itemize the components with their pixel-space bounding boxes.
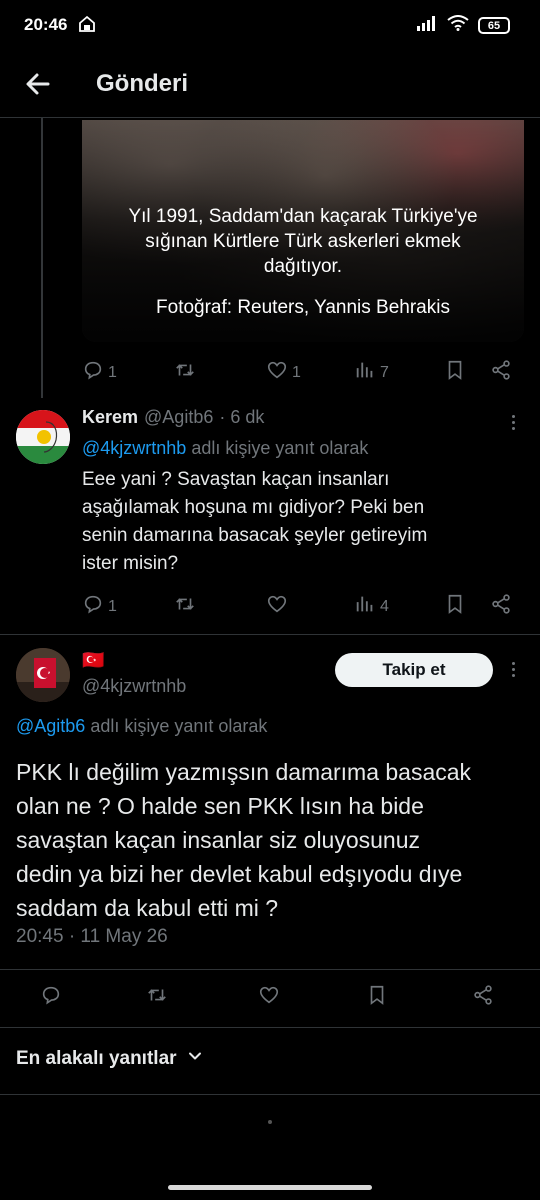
tweet-photo[interactable]: Yıl 1991, Saddam'dan kaçarak Türkiye'ye …: [82, 120, 524, 342]
battery-icon: 65: [478, 17, 510, 34]
photo-caption-line: Yıl 1991, Saddam'dan kaçarak Türkiye'ye: [128, 206, 478, 227]
like-count: 1: [292, 363, 301, 381]
retweet-button[interactable]: [174, 593, 196, 620]
reply-icon: [82, 359, 104, 386]
avatar[interactable]: [16, 648, 70, 702]
heart-icon: [258, 984, 280, 1011]
reply-count: 1: [108, 597, 117, 615]
like-button[interactable]: 1: [266, 359, 301, 386]
replying-to-mention[interactable]: @4kjzwrtnhb: [82, 438, 186, 458]
share-button[interactable]: [490, 593, 512, 620]
replying-to: @4kjzwrtnhb adlı kişiye yanıt olarak: [82, 438, 368, 459]
views-button[interactable]: 4: [354, 593, 389, 620]
reply-button[interactable]: 1: [82, 359, 117, 386]
reply-tweet-header: Kerem @Agitb6 · 6 dk: [82, 407, 264, 428]
retweet-icon: [146, 984, 168, 1011]
replying-to-suffix: adlı kişiye yanıt olarak: [85, 716, 268, 736]
share-button[interactable]: [490, 359, 512, 386]
divider: [0, 1027, 540, 1028]
relative-time: · 6 dk: [219, 407, 265, 427]
display-name[interactable]: Kerem: [82, 407, 138, 428]
main-tweet-actions: [40, 984, 510, 1010]
share-icon: [490, 593, 512, 620]
main-tweet-handle-row: @4kjzwrtnhb: [82, 676, 186, 697]
more-options-icon[interactable]: [503, 410, 523, 434]
divider: [0, 969, 540, 970]
views-button[interactable]: 7: [354, 359, 389, 386]
follow-button[interactable]: Takip et: [335, 653, 493, 687]
replying-to-suffix: adlı kişiye yanıt olarak: [186, 438, 369, 458]
replying-to-mention[interactable]: @Agitb6: [16, 716, 85, 736]
page-title: Gönderi: [96, 70, 189, 97]
main-tweet-name: 🇹🇷: [82, 650, 104, 671]
retweet-icon: [174, 359, 196, 386]
signal-icon: [416, 15, 438, 36]
share-icon: [490, 359, 512, 386]
tweet-text: Eee yani ? Savaştan kaçan insanları aşağ…: [82, 466, 512, 578]
tweet-text-line: senin damarına basacak şeyler getireyim: [82, 525, 428, 546]
photo-caption-line: sığınan Kürtlere Türk askerleri ekmek: [145, 231, 461, 252]
more-options-icon[interactable]: [503, 657, 523, 681]
tweet-text-line: olan ne ? O halde sen PKK lısın ha bide: [16, 793, 424, 819]
status-icons: 65: [416, 15, 510, 36]
bookmark-icon: [366, 984, 388, 1011]
divider: [0, 634, 540, 635]
thread-connector-line: [41, 118, 43, 398]
like-button[interactable]: [266, 593, 288, 620]
flag-icon: 🇹🇷: [82, 650, 105, 670]
tweet-text-line: saddam da kabul etti mi ?: [16, 895, 279, 921]
status-bar: 20:46 65: [0, 0, 540, 52]
views-icon: [354, 593, 376, 620]
main-tweet-text: PKK lı değilim yazmışsın damarıma basaca…: [16, 755, 526, 925]
bookmark-icon: [444, 593, 466, 620]
views-count: 4: [380, 597, 389, 615]
wifi-icon: [447, 15, 469, 36]
parent-tweet-actions: 1 1 7: [82, 359, 522, 385]
retweet-button[interactable]: [174, 359, 196, 386]
like-button[interactable]: [258, 984, 280, 1011]
tweet-text-line: savaştan kaçan insanlar siz oluyosunuz: [16, 827, 421, 853]
user-handle[interactable]: @4kjzwrtnhb: [82, 676, 186, 697]
tweet-text-line: PKK lı değilim yazmışsın damarıma basaca…: [16, 759, 472, 785]
photo-credit: Fotoğraf: Reuters, Yannis Behrakis: [156, 297, 450, 318]
retweet-icon: [174, 593, 196, 620]
share-icon: [472, 984, 494, 1011]
bookmark-icon: [444, 359, 466, 386]
bookmark-button[interactable]: [366, 984, 388, 1011]
tweet-text-line: ister misin?: [82, 553, 179, 574]
bookmark-button[interactable]: [444, 359, 466, 386]
bookmark-button[interactable]: [444, 593, 466, 620]
reply-button[interactable]: 1: [82, 593, 117, 620]
heart-icon: [266, 359, 288, 386]
loading-dot: [268, 1120, 272, 1124]
notification-icon: [78, 15, 96, 38]
share-button[interactable]: [472, 984, 494, 1011]
status-time: 20:46: [24, 15, 68, 34]
divider: [0, 1094, 540, 1095]
retweet-button[interactable]: [146, 984, 168, 1011]
replying-to: @Agitb6 adlı kişiye yanıt olarak: [16, 716, 267, 737]
sort-label: En alakalı yanıtlar: [16, 1048, 177, 1069]
home-indicator[interactable]: [168, 1185, 372, 1190]
reply-tweet-actions: 1 4: [82, 593, 522, 619]
views-count: 7: [380, 363, 389, 381]
tweet-text-line: aşağılamak hoşuna mı gidiyor? Peki ben: [82, 497, 425, 518]
chevron-down-icon: [187, 1048, 203, 1070]
back-arrow-icon[interactable]: [22, 68, 54, 100]
tweet-timestamp[interactable]: 20:45 · 11 May 26: [16, 926, 168, 948]
photo-caption: Yıl 1991, Saddam'dan kaçarak Türkiye'ye …: [82, 204, 524, 279]
reply-icon: [40, 984, 62, 1011]
tweet-text-line: dedin ya bizi her devlet kabul edşıyodu …: [16, 861, 463, 887]
reply-count: 1: [108, 363, 117, 381]
avatar[interactable]: [16, 410, 70, 464]
heart-icon: [266, 593, 288, 620]
views-icon: [354, 359, 376, 386]
user-handle[interactable]: @Agitb6: [144, 407, 213, 428]
reply-icon: [82, 593, 104, 620]
photo-caption-line: dağıtıyor.: [263, 256, 343, 277]
reply-button[interactable]: [40, 984, 62, 1011]
sort-replies-dropdown[interactable]: En alakalı yanıtlar: [16, 1048, 203, 1070]
tweet-text-line: Eee yani ? Savaştan kaçan insanları: [82, 469, 390, 490]
top-app-bar: Gönderi: [0, 52, 540, 118]
